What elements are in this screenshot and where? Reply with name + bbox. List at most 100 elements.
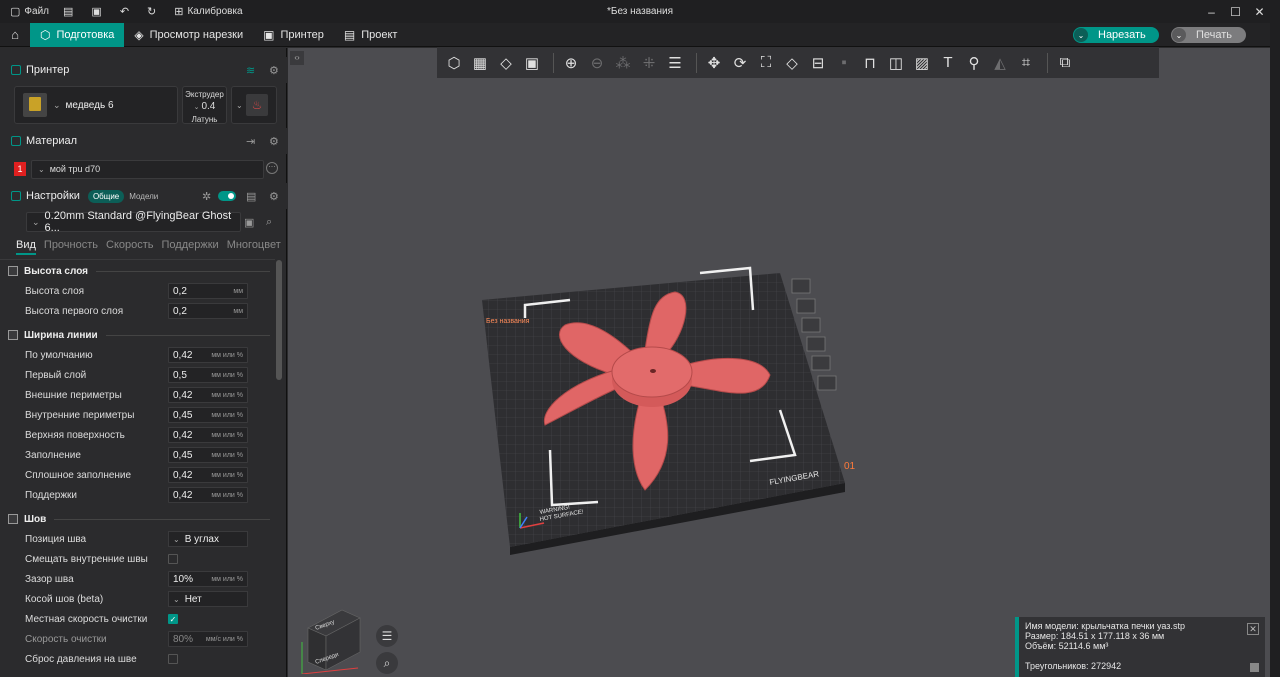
wipe-speed-local-checkbox[interactable]: ✓: [168, 614, 178, 624]
mode-general[interactable]: Общие: [87, 189, 125, 203]
redo-button[interactable]: ↻: [147, 5, 160, 18]
view-menu-icon[interactable]: ☰: [376, 625, 398, 647]
wifi-icon[interactable]: ≋: [246, 64, 255, 77]
toolbar-divider: [553, 52, 554, 73]
tab-quality[interactable]: Вид: [16, 237, 36, 255]
plate-lock-icon[interactable]: [806, 336, 826, 352]
file-menu[interactable]: ▢ Файл: [10, 5, 49, 18]
print-button[interactable]: ⌄ Печать: [1171, 27, 1246, 43]
orient-icon[interactable]: ◇: [495, 52, 517, 74]
tab-strength[interactable]: Прочность: [44, 237, 98, 251]
lw-solid-input[interactable]: 0,42 мм или %: [168, 467, 248, 483]
advanced-toggle[interactable]: [218, 191, 236, 201]
minimize-icon[interactable]: –: [1201, 5, 1222, 19]
home-icon[interactable]: ⌂: [0, 23, 30, 47]
search-icon[interactable]: ⌕: [266, 216, 272, 229]
heated-bed-icon: ♨: [246, 94, 268, 116]
color-paint-icon[interactable]: ◭: [989, 52, 1011, 74]
tab-support[interactable]: Поддержки: [162, 237, 219, 251]
measure-icon[interactable]: ⌗: [1015, 52, 1037, 74]
hamburger-menu[interactable]: ▤: [63, 5, 77, 18]
seam-position-select[interactable]: ⌄ В углах: [168, 531, 248, 547]
more-icon[interactable]: ⋯: [266, 162, 278, 174]
lw-outer-input[interactable]: 0,42 мм или %: [168, 387, 248, 403]
maximize-icon[interactable]: ☐: [1225, 5, 1246, 19]
printer-settings-icon[interactable]: ⚙: [269, 64, 279, 77]
build-plate-scene[interactable]: Без названия FLYINGBEAR 01 WARNING! HOT …: [470, 255, 880, 565]
add-part-icon[interactable]: ⊕: [560, 52, 582, 74]
printer-select[interactable]: ⌄ медведь 6: [14, 86, 178, 124]
tab-prepare[interactable]: ⬡ Подготовка: [30, 22, 125, 47]
calibration-menu[interactable]: ⊞ Калибровка: [174, 5, 242, 18]
zoom-fit-icon[interactable]: ⌕: [376, 652, 398, 674]
filament-settings-icon[interactable]: ⚙: [269, 135, 279, 148]
seam-pressure-checkbox[interactable]: [168, 654, 178, 664]
plate-name-label[interactable]: Без названия: [486, 318, 530, 325]
lw-top-input[interactable]: 0,42 мм или %: [168, 427, 248, 443]
lw-inner-input[interactable]: 0,45 мм или %: [168, 407, 248, 423]
svg-icon[interactable]: ⚲: [963, 52, 985, 74]
seam-shift-inner-checkbox[interactable]: [168, 554, 178, 564]
lw-support-input[interactable]: 0,42 мм или %: [168, 487, 248, 503]
param-seam-gap: Зазор шва 10% мм или %: [25, 570, 255, 588]
save-preset-icon[interactable]: ▣: [244, 216, 254, 229]
lw-first-input[interactable]: 0,5 мм или %: [168, 367, 248, 383]
undo-button[interactable]: ↶: [120, 5, 133, 18]
extruder-select[interactable]: Экструдер ⌄ 0.4 Латунь: [182, 86, 227, 124]
mode-objects[interactable]: Модели: [124, 190, 163, 203]
text-icon[interactable]: T: [937, 52, 959, 74]
plate-orient-icon[interactable]: [796, 298, 816, 314]
lay-on-face-icon[interactable]: ◇: [781, 52, 803, 74]
split-parts-icon[interactable]: ⁜: [638, 52, 660, 74]
mesh-boolean-icon[interactable]: ▪: [833, 52, 855, 74]
seam-gap-input[interactable]: 10% мм или %: [168, 571, 248, 587]
tab-multimaterial[interactable]: Многоцвет: [227, 237, 281, 251]
lw-default-input[interactable]: 0,42 мм или %: [168, 347, 248, 363]
close-icon[interactable]: ✕: [1249, 5, 1270, 19]
advanced-icon[interactable]: ✲: [202, 190, 211, 203]
collapse-icon[interactable]: [1250, 663, 1259, 672]
chevron-down-icon[interactable]: ⌄: [1172, 28, 1186, 42]
sidebar-scrollbar[interactable]: [276, 260, 282, 380]
scale-icon[interactable]: ⛶: [755, 52, 777, 74]
lw-infill-input[interactable]: 0,45 мм или %: [168, 447, 248, 463]
layers-icon[interactable]: ☰: [664, 52, 686, 74]
wipe-speed-input[interactable]: 80% мм/с или %: [168, 631, 248, 647]
move-icon[interactable]: ✥: [703, 52, 725, 74]
chevron-down-icon[interactable]: ⌄: [1074, 28, 1088, 42]
save-button[interactable]: ▣: [91, 5, 105, 18]
settings-more-icon[interactable]: ⚙: [269, 190, 279, 203]
plate-arrange-icon[interactable]: [801, 317, 821, 333]
first-layer-height-input[interactable]: 0,2 мм: [168, 303, 248, 319]
plate-type-select[interactable]: ⌄ ♨: [231, 86, 277, 124]
remove-part-icon[interactable]: ⊖: [586, 52, 608, 74]
plate-move-icon[interactable]: [817, 375, 837, 391]
split-objects-icon[interactable]: ⁂: [612, 52, 634, 74]
add-object-icon[interactable]: ⬡: [443, 52, 465, 74]
add-plate-icon[interactable]: ▦: [469, 52, 491, 74]
slice-button[interactable]: ⌄ Нарезать: [1073, 27, 1159, 43]
scarf-seam-select[interactable]: ⌄ Нет: [168, 591, 248, 607]
tab-speed[interactable]: Скорость: [106, 237, 154, 251]
rotate-icon[interactable]: ⟳: [729, 52, 751, 74]
filament-select[interactable]: ⌄ мой тpu d70: [31, 159, 264, 179]
process-preset-select[interactable]: ⌄ 0.20mm Standard @FlyingBear Ghost 6...: [26, 210, 241, 234]
add-filament-icon[interactable]: ⇥: [246, 135, 255, 148]
tab-project[interactable]: ▤ Проект: [334, 23, 408, 47]
compare-icon[interactable]: ▤: [246, 190, 256, 203]
fuzzy-skin-icon[interactable]: ▨: [911, 52, 933, 74]
tab-printer[interactable]: ▣ Принтер: [253, 23, 334, 47]
filament-slot-badge[interactable]: 1: [14, 162, 26, 176]
layer-height-input[interactable]: 0,2 мм: [168, 283, 248, 299]
close-icon[interactable]: ✕: [1247, 623, 1259, 635]
arrange-icon[interactable]: ▣: [521, 52, 543, 74]
collapse-sidebar-icon[interactable]: ‹›: [290, 51, 304, 65]
seam-paint-icon[interactable]: ◫: [885, 52, 907, 74]
plate-close-icon[interactable]: [791, 278, 811, 294]
tab-preview[interactable]: ◈ Просмотр нарезки: [124, 23, 253, 47]
assembly-icon[interactable]: ⧉: [1054, 52, 1076, 74]
support-paint-icon[interactable]: ⊓: [859, 52, 881, 74]
navigation-cube[interactable]: Сверху Спереди: [300, 608, 365, 674]
plate-settings-icon[interactable]: [811, 355, 831, 371]
cut-icon[interactable]: ⊟: [807, 52, 829, 74]
